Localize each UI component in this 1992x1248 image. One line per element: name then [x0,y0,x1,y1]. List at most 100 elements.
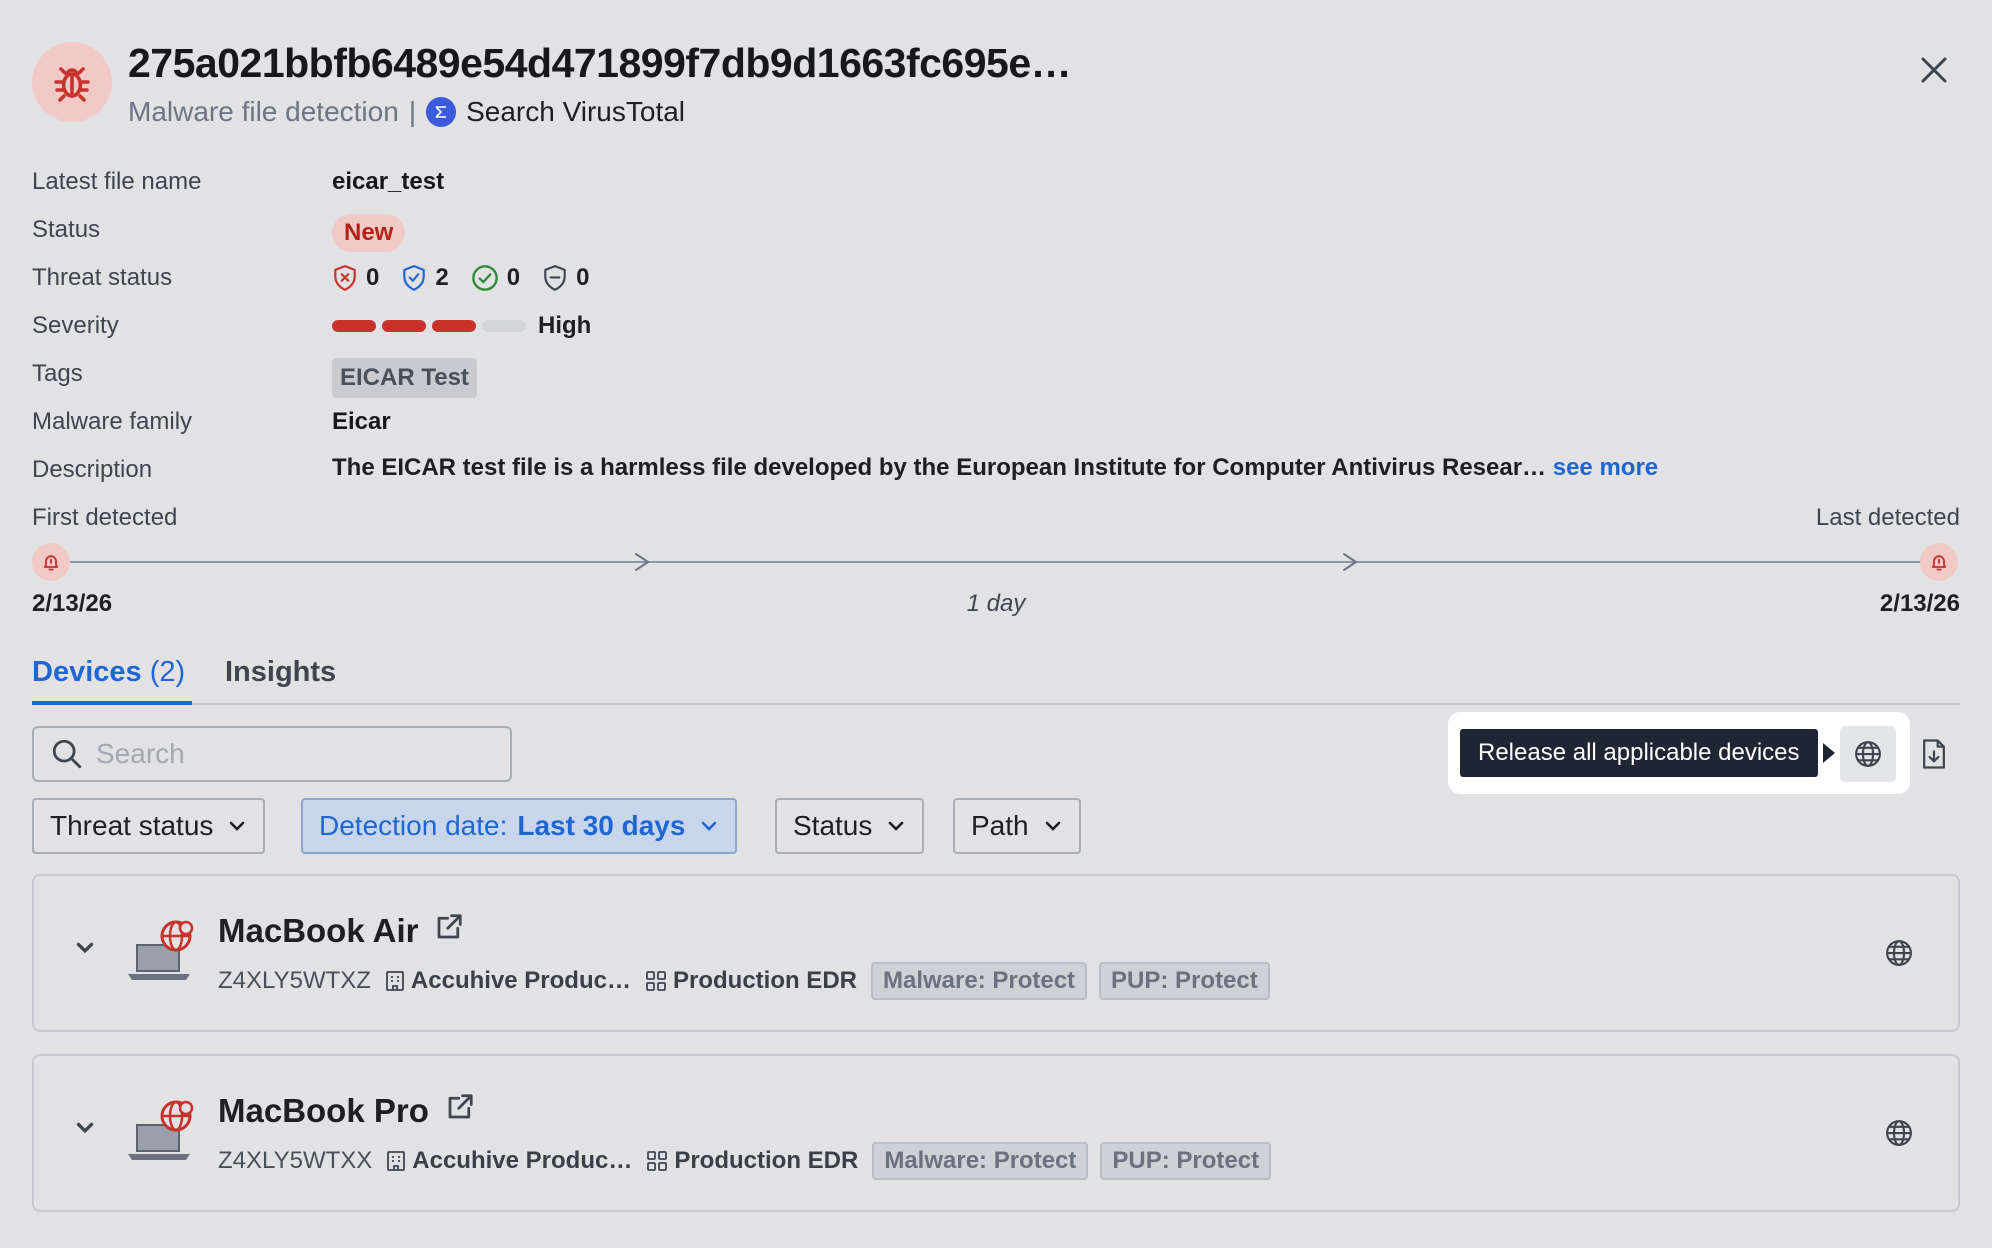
laptop-threat-icon [120,918,200,995]
status-filter[interactable]: Status [775,798,925,854]
globe-icon [1855,741,1881,767]
chevron-down-icon [889,821,904,831]
tab-devices[interactable]: Devices (2) [32,656,185,689]
device-org: Accuhive Produc… [385,967,631,995]
page-title: 275a021bbfb6489e54d471899f7db9d1663fc695… [128,40,1072,86]
path-filter[interactable]: Path [953,798,1081,854]
malware-bug-icon [32,42,112,122]
device-name-text: MacBook Pro [218,1092,429,1129]
shield-minus-icon [544,265,566,291]
search-icon [52,739,82,769]
search-box[interactable] [32,726,512,782]
status-label: Status [32,216,101,243]
virustotal-icon[interactable] [426,97,457,127]
device-meta: Z4XLY5WTXZ Accuhive Produc… Production E… [218,962,1282,1000]
tab-insights[interactable]: Insights [225,656,336,689]
subtitle-separator: | [408,96,417,127]
check-circle-icon [471,265,498,291]
release-device-globe-icon[interactable] [1884,938,1914,973]
device-name-text: MacBook Air [218,912,419,949]
last-detected-date: 2/13/26 [1879,590,1960,617]
threat-protected-count: 2 [435,264,449,291]
device-name: MacBook Pro [218,1092,475,1130]
group-grid-icon [647,1151,668,1171]
subtitle: Malware file detection | Search VirusTot… [128,96,685,128]
malware-policy-chip: Malware: Protect [870,962,1088,1000]
laptop-threat-icon [120,1098,200,1175]
device-group: Production EDR [646,1147,858,1175]
threat-resolved-count: 0 [506,264,521,291]
device-meta: Z4XLY5WTXX Accuhive Produc… Production E… [218,1142,1283,1180]
pup-policy-chip: PUP: Protect [1099,962,1270,1000]
detection-date-filter[interactable]: Detection date: Last 30 days [301,798,738,854]
severity-segment [382,320,426,332]
malware-family-value: Eicar [332,408,391,435]
status-filter-label: Status [793,810,873,841]
detection-date-filter-label: Detection date: [319,810,508,841]
tooltip-arrow [1823,743,1835,763]
description-value: The EICAR test file is a harmless file d… [332,454,1658,482]
first-detected-label: First detected [32,504,178,531]
chevron-down-icon [230,821,245,831]
shield-check-icon [403,265,426,291]
device-org-text: Accuhive Produc… [412,1147,633,1174]
tabs-divider [32,703,1960,705]
device-group-text: Production EDR [674,1147,859,1174]
threat-malicious: 0 [332,264,379,292]
external-link-icon[interactable] [434,912,464,950]
search-virustotal-link[interactable]: Search VirusTotal [466,96,685,128]
threat-resolved: 0 [471,264,520,292]
threat-status-filter-label: Threat status [50,810,214,841]
release-tooltip: Release all applicable devices [1460,729,1818,777]
expand-chevron-icon[interactable] [72,1114,98,1145]
status-badge: New [332,214,406,252]
severity-meter: High [332,312,591,340]
timeline-duration: 1 day [966,590,1026,617]
threat-status-label: Threat status [32,264,173,291]
release-device-globe-icon[interactable] [1884,1118,1914,1153]
tag-chip: EICAR Test [332,358,477,398]
threat-malicious-count: 0 [366,264,380,291]
search-input[interactable] [96,738,476,770]
timeline-arrow-icon [1338,550,1362,579]
device-serial: Z4XLY5WTXX [218,1147,373,1174]
device-org-text: Accuhive Produc… [410,967,631,994]
threat-status-counts: 0 2 0 0 [332,264,611,292]
expand-chevron-icon[interactable] [72,934,98,965]
timeline-line [52,561,1940,563]
malware-policy-chip: Malware: Protect [872,1142,1089,1180]
last-detected-bell-icon [1920,543,1958,581]
timeline-arrow-icon [630,550,654,579]
tab-devices-label: Devices [32,656,142,688]
latest-file-name-value: eicar_test [332,168,445,195]
detection-type: Malware file detection [128,96,399,127]
device-group: Production EDR [645,967,857,995]
threat-ignored-count: 0 [576,264,590,291]
see-more-link[interactable]: see more [1553,454,1658,481]
path-filter-label: Path [971,810,1029,841]
chevron-down-icon [1045,821,1060,831]
threat-status-filter[interactable]: Threat status [32,798,266,854]
close-icon[interactable] [1914,50,1954,90]
last-detected-label: Last detected [1815,504,1960,531]
device-serial: Z4XLY5WTXZ [218,967,371,994]
external-link-icon[interactable] [445,1092,475,1130]
detection-date-filter-value: Last 30 days [517,810,686,841]
description-text: The EICAR test file is a harmless file d… [332,454,1547,481]
severity-value: High [538,312,592,339]
severity-segment [432,320,476,332]
severity-label: Severity [32,312,119,339]
device-org: Accuhive Produc… [386,1147,632,1175]
export-button[interactable] [1910,730,1958,778]
organization-icon [386,971,404,991]
device-card[interactable]: MacBook Pro Z4XLY5WTXX Accuhive Produc… … [32,1054,1960,1212]
device-card[interactable]: MacBook Air Z4XLY5WTXZ Accuhive Produc… … [32,874,1960,1032]
file-download-icon [1923,739,1945,769]
malware-family-label: Malware family [32,408,193,435]
release-all-devices-button[interactable] [1840,726,1896,782]
group-grid-icon [646,971,666,991]
latest-file-name-label: Latest file name [32,168,202,195]
pup-policy-chip: PUP: Protect [1100,1142,1272,1180]
device-group-text: Production EDR [672,967,857,994]
severity-segment [332,320,376,332]
